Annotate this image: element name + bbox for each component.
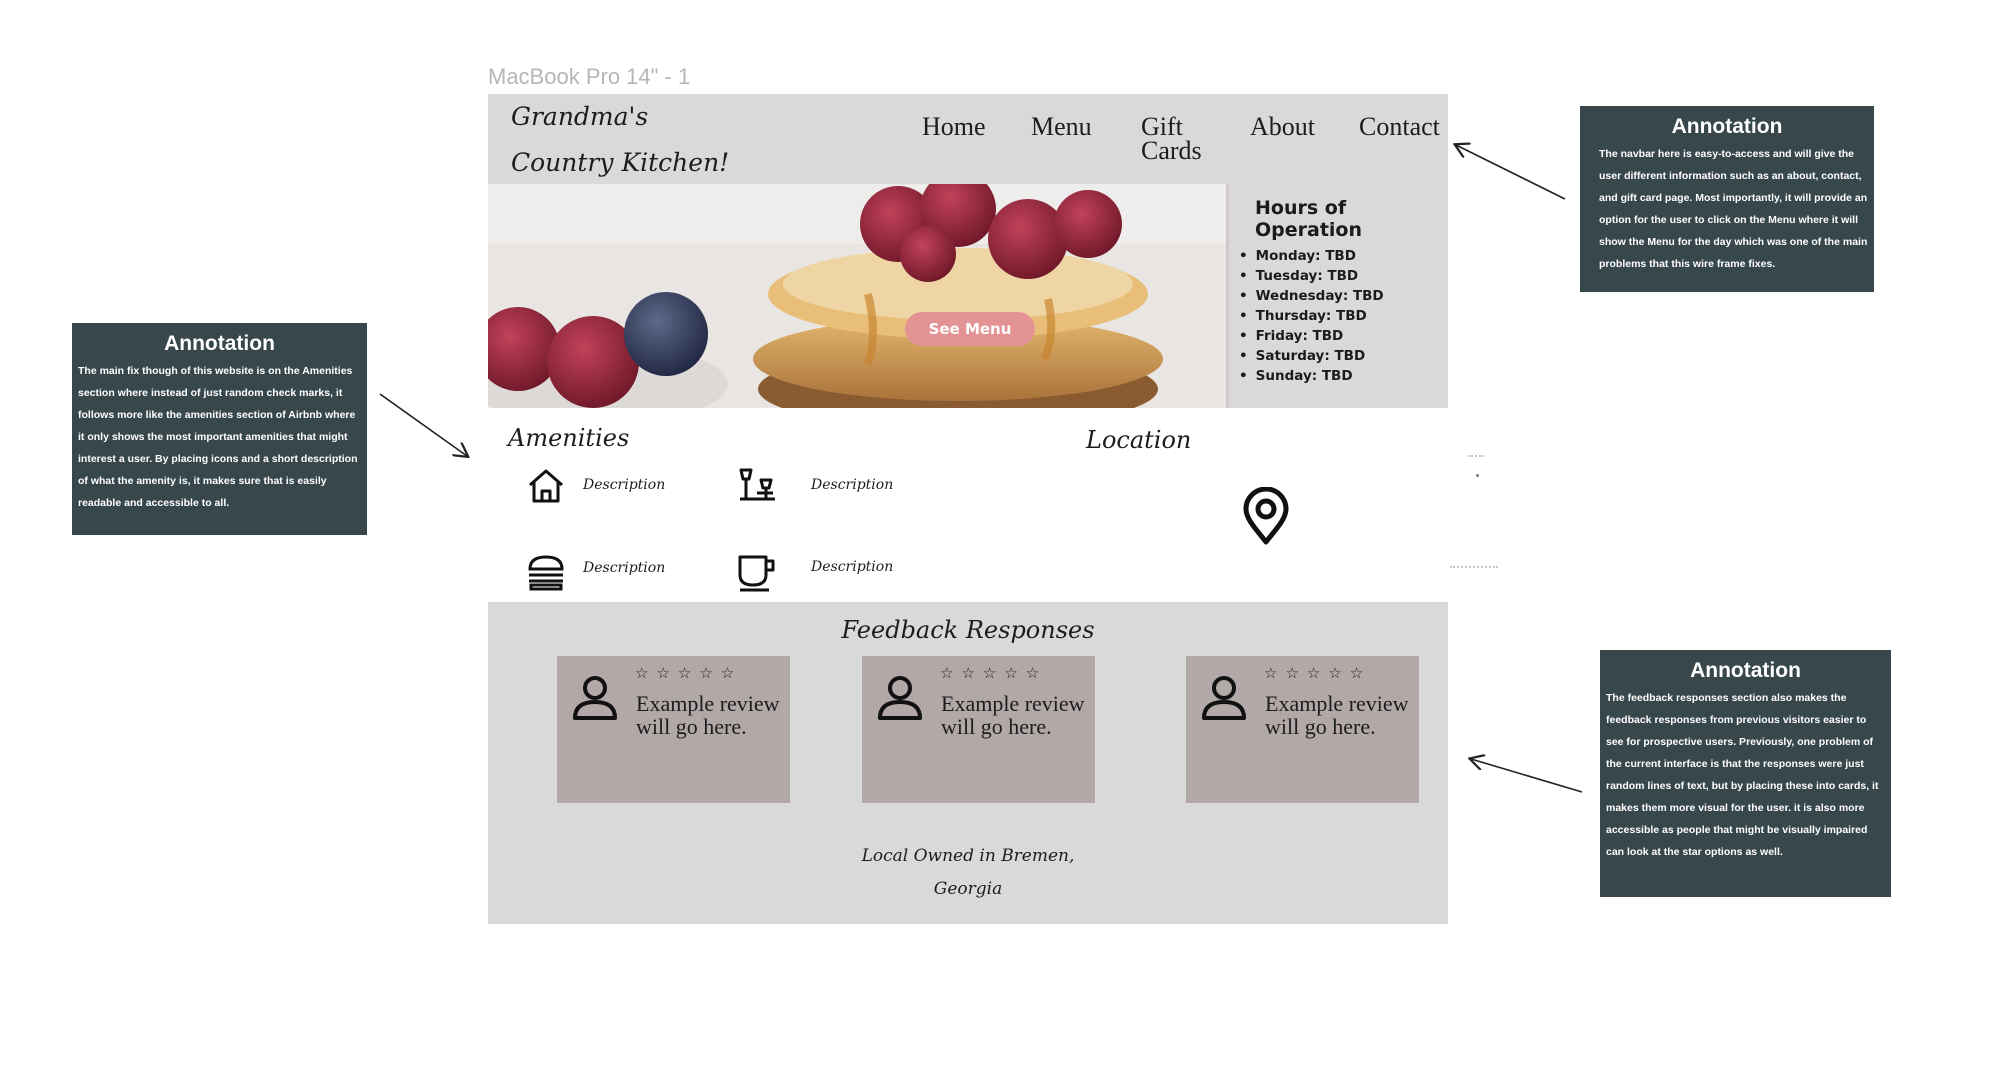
footer-line-1: Local Owned in Bremen,	[861, 846, 1075, 866]
hours-thursday: Thursday: TBD	[1239, 306, 1384, 326]
nav-about[interactable]: About	[1250, 114, 1315, 140]
amenity-description: Description	[811, 559, 894, 575]
user-avatar-icon	[878, 676, 922, 720]
wireframe-frame: Grandma's Country Kitchen! Home Menu Gif…	[488, 94, 1448, 924]
annotation-body: The navbar here is easy-to-access and wi…	[1599, 148, 1868, 270]
brand-line-1: Grandma's	[511, 102, 649, 131]
annotation-title: Annotation	[1671, 115, 1783, 138]
star-rating[interactable]: ☆☆☆☆☆	[1264, 664, 1371, 682]
hours-friday: Friday: TBD	[1239, 326, 1384, 346]
review-text: Example review will go here.	[636, 691, 780, 739]
site-header: Grandma's Country Kitchen! Home Menu Gif…	[488, 94, 1448, 184]
user-avatar-icon	[573, 676, 617, 720]
lamp-icon	[739, 468, 775, 501]
arrow-feedback	[1471, 759, 1583, 793]
amenity-item	[737, 466, 777, 511]
arrow-navbar	[1456, 145, 1566, 200]
home-icon	[529, 469, 563, 503]
nav-contact[interactable]: Contact	[1359, 114, 1440, 140]
frame-label: MacBook Pro 14" - 1	[488, 64, 691, 89]
hero-illustration	[488, 184, 1229, 408]
footer-location: Local Owned in Bremen, Georgia	[488, 840, 1448, 906]
annotation-title: Annotation	[1690, 659, 1801, 682]
footer-line-2: Georgia	[933, 879, 1003, 899]
amenity-item	[737, 553, 777, 598]
annotation-body: The main fix though of this website is o…	[78, 365, 358, 509]
arrow-amenities	[379, 393, 467, 456]
amenity-description: Description	[583, 477, 666, 493]
hours-monday: Monday: TBD	[1239, 246, 1384, 266]
feedback-section: Feedback Responses ☆☆☆☆☆ Example review …	[488, 602, 1448, 924]
dotted-mark	[1468, 455, 1484, 457]
star-rating[interactable]: ☆☆☆☆☆	[940, 664, 1047, 682]
hours-list: Monday: TBD Tuesday: TBD Wednesday: TBD …	[1239, 246, 1384, 386]
nav-home[interactable]: Home	[922, 114, 986, 140]
hours-sunday: Sunday: TBD	[1239, 366, 1384, 386]
amenity-item	[526, 553, 566, 598]
dotted-mark	[1450, 566, 1498, 568]
amenity-description: Description	[583, 560, 666, 576]
brand-line-2: Country Kitchen!	[511, 148, 730, 177]
star-rating[interactable]: ☆☆☆☆☆	[635, 664, 742, 682]
see-menu-button[interactable]: See Menu	[905, 312, 1035, 346]
amenity-item	[526, 466, 566, 511]
hours-wednesday: Wednesday: TBD	[1239, 286, 1384, 306]
amenities-title: Amenities	[508, 424, 630, 452]
review-card: ☆☆☆☆☆ Example review will go here.	[557, 656, 790, 803]
annotation-body: The feedback responses section also make…	[1606, 692, 1879, 858]
nav-menu[interactable]: Menu	[1031, 114, 1092, 140]
review-text: Example review will go here.	[1265, 691, 1409, 739]
hours-saturday: Saturday: TBD	[1239, 346, 1384, 366]
amenity-description: Description	[811, 477, 894, 493]
annotation-navbar: Annotation The navbar here is easy-to-ac…	[1580, 106, 1874, 292]
annotation-feedback: Annotation The feedback responses sectio…	[1600, 650, 1891, 897]
dot-mark	[1476, 474, 1479, 477]
user-avatar-icon	[1202, 676, 1246, 720]
cup-icon	[738, 555, 775, 592]
location-title: Location	[1086, 426, 1192, 454]
review-text: Example review will go here.	[941, 691, 1085, 739]
feedback-title: Feedback Responses	[841, 616, 1095, 644]
hours-tuesday: Tuesday: TBD	[1239, 266, 1384, 286]
annotation-amenities: Annotation The main fix though of this w…	[72, 323, 367, 535]
hours-title: Hours of Operation	[1255, 197, 1363, 241]
brand-logo[interactable]: Grandma's Country Kitchen!	[511, 94, 729, 186]
burger-icon	[528, 555, 564, 591]
review-card: ☆☆☆☆☆ Example review will go here.	[1186, 656, 1419, 803]
map-pin-icon[interactable]	[1242, 487, 1290, 545]
nav-gift-cards[interactable]: Gift Cards	[1141, 114, 1202, 165]
review-card: ☆☆☆☆☆ Example review will go here.	[862, 656, 1095, 803]
hero-image	[488, 184, 1229, 408]
nav-gift-line-2: Cards	[1141, 136, 1202, 165]
annotation-title: Annotation	[164, 332, 275, 355]
